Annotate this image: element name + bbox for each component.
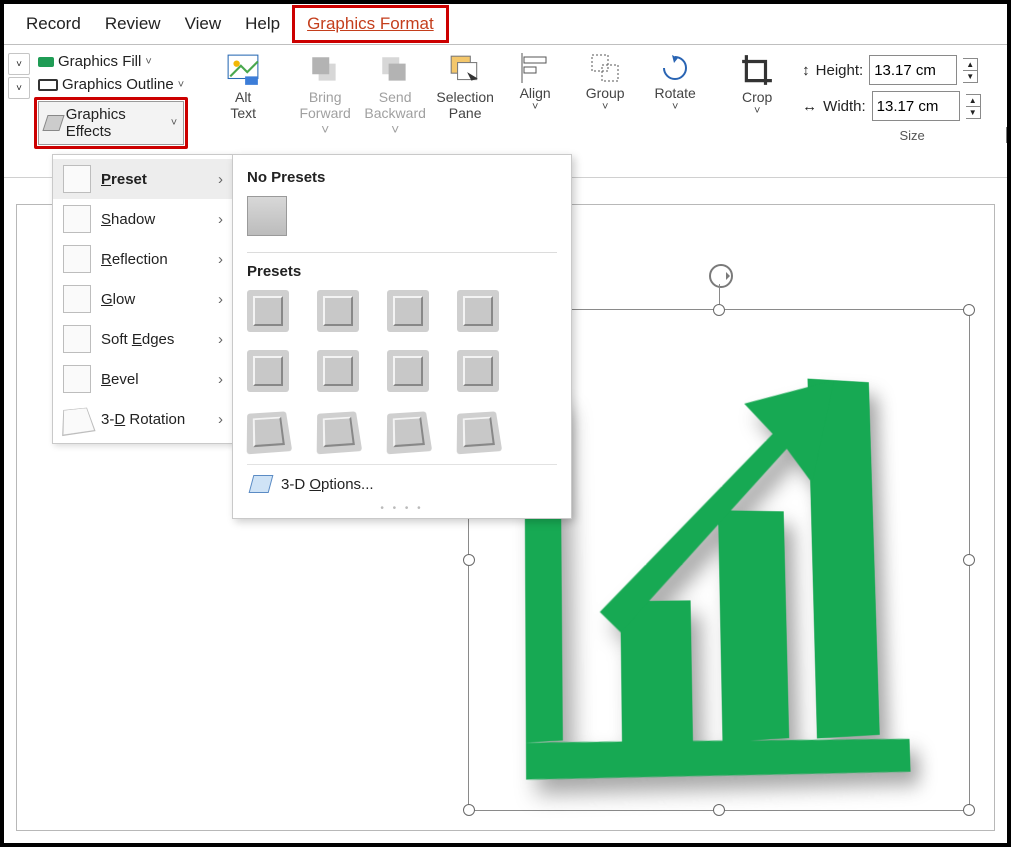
align-icon [520, 53, 550, 83]
width-row: ↔ Width: ▲▼ [802, 91, 1011, 121]
bring-forward-icon [308, 53, 342, 87]
graphics-outline-button[interactable]: Graphics Outline ˅ [34, 74, 188, 95]
height-spinner[interactable]: ▲▼ [963, 58, 978, 83]
ribbon-tabs: Record Review View Help Graphics Format [4, 4, 1007, 45]
preset-7[interactable] [387, 350, 429, 392]
selection-pane-button[interactable]: SelectionPane [430, 49, 500, 121]
tab-graphics-format[interactable]: Graphics Format [292, 5, 449, 43]
alt-text-icon [226, 53, 260, 87]
width-input[interactable] [872, 91, 960, 121]
glow-thumb-icon [63, 285, 91, 313]
presets-heading: Presets [247, 263, 557, 280]
rotate-stem [719, 284, 720, 304]
effects-icon [42, 115, 64, 131]
preset-6[interactable] [317, 350, 359, 392]
send-backward-icon [378, 53, 412, 87]
graphics-fill-button[interactable]: Graphics Fill ˅ [34, 51, 188, 72]
tab-review[interactable]: Review [93, 8, 173, 40]
handle-rm[interactable] [963, 554, 975, 566]
bevel-thumb-icon [63, 365, 91, 393]
group-button[interactable]: Group˅ [570, 49, 640, 114]
align-button[interactable]: Align˅ [500, 49, 570, 114]
graphics-styles-col: Graphics Fill ˅ Graphics Outline ˅ Graph… [34, 51, 188, 149]
width-label: Width: [823, 98, 866, 115]
qb-1[interactable]: ˅ [8, 53, 30, 75]
fill-icon [38, 57, 54, 67]
size-dialog-launcher[interactable]: ↘ [1006, 127, 1011, 143]
crop-icon [740, 53, 774, 87]
effects-soft-edges[interactable]: Soft EdgesSoft Edges› [53, 319, 233, 359]
rotate-icon [660, 53, 690, 83]
height-icon: ↕ [802, 62, 810, 79]
width-spinner[interactable]: ▲▼ [966, 94, 981, 119]
rotation3d-thumb-icon [62, 408, 95, 437]
crop-button[interactable]: Crop˅ [722, 49, 792, 118]
3d-options-button[interactable]: 3-D Options...3-D Options... [247, 464, 557, 503]
size-group-label: Size [802, 128, 1011, 143]
effects-preset-label: Preset [101, 171, 147, 188]
flyout-grip[interactable]: • • • • [247, 503, 557, 518]
effects-bevel[interactable]: BevelBevel› [53, 359, 233, 399]
reflection-thumb-icon [63, 245, 91, 273]
effects-reflection[interactable]: ReflectionReflection› [53, 239, 233, 279]
rotate-handle[interactable] [709, 264, 733, 288]
no-preset-swatch[interactable] [247, 196, 287, 236]
preset-8[interactable] [457, 350, 499, 392]
bring-forward-button[interactable]: BringForward ˅ [290, 49, 360, 137]
preset-flyout: No Presets Presets 3-D Options...3-D Opt… [232, 154, 572, 519]
shadow-thumb-icon [63, 205, 91, 233]
group-icon [590, 53, 620, 83]
send-backward-button[interactable]: SendBackward ˅ [360, 49, 430, 137]
graphics-effects-highlight: Graphics Effects˅ [34, 97, 188, 149]
preset-2[interactable] [317, 290, 359, 332]
rotate-button[interactable]: Rotate˅ [640, 49, 710, 114]
height-label: Height: [816, 62, 864, 79]
effects-dropdown: Preset Preset › ShadowShadow› Reflection… [52, 154, 234, 444]
preset-4[interactable] [457, 290, 499, 332]
preset-grid [247, 290, 557, 452]
qb-2[interactable]: ˅ [8, 77, 30, 99]
effects-preset[interactable]: Preset Preset › [53, 159, 233, 199]
no-presets-heading: No Presets [247, 169, 557, 186]
graphics-effects-button[interactable]: Graphics Effects˅ [38, 101, 184, 145]
preset-thumb-icon [63, 165, 91, 193]
preset-9[interactable] [247, 411, 293, 454]
chevron-right-icon: › [218, 171, 223, 188]
selection-pane-icon [448, 53, 482, 87]
height-input[interactable] [869, 55, 957, 85]
tab-record[interactable]: Record [14, 8, 93, 40]
softedges-thumb-icon [63, 325, 91, 353]
outline-icon [38, 79, 58, 91]
height-row: ↕ Height: ▲▼ [802, 55, 1011, 85]
handle-tm[interactable] [713, 304, 725, 316]
preset-12[interactable] [457, 411, 503, 454]
size-group: ↕ Height: ▲▼ ↔ Width: ▲▼ Size ↘ [802, 55, 1011, 121]
effects-glow[interactable]: GlowGlow› [53, 279, 233, 319]
preset-3[interactable] [387, 290, 429, 332]
effects-shadow[interactable]: ShadowShadow› [53, 199, 233, 239]
handle-tr[interactable] [963, 304, 975, 316]
width-icon: ↔ [802, 98, 817, 115]
preset-5[interactable] [247, 350, 289, 392]
preset-11[interactable] [387, 411, 433, 454]
preset-10[interactable] [317, 411, 363, 454]
tab-help[interactable]: Help [233, 8, 292, 40]
3d-options-icon [249, 475, 274, 493]
alt-text-button[interactable]: AltText [208, 49, 278, 121]
quick-buttons: ˅ ˅ [8, 53, 30, 99]
handle-br[interactable] [963, 804, 975, 816]
preset-1[interactable] [247, 290, 289, 332]
effects-3d-rotation[interactable]: 3-D Rotation3-D Rotation› [53, 399, 233, 439]
tab-view[interactable]: View [173, 8, 234, 40]
